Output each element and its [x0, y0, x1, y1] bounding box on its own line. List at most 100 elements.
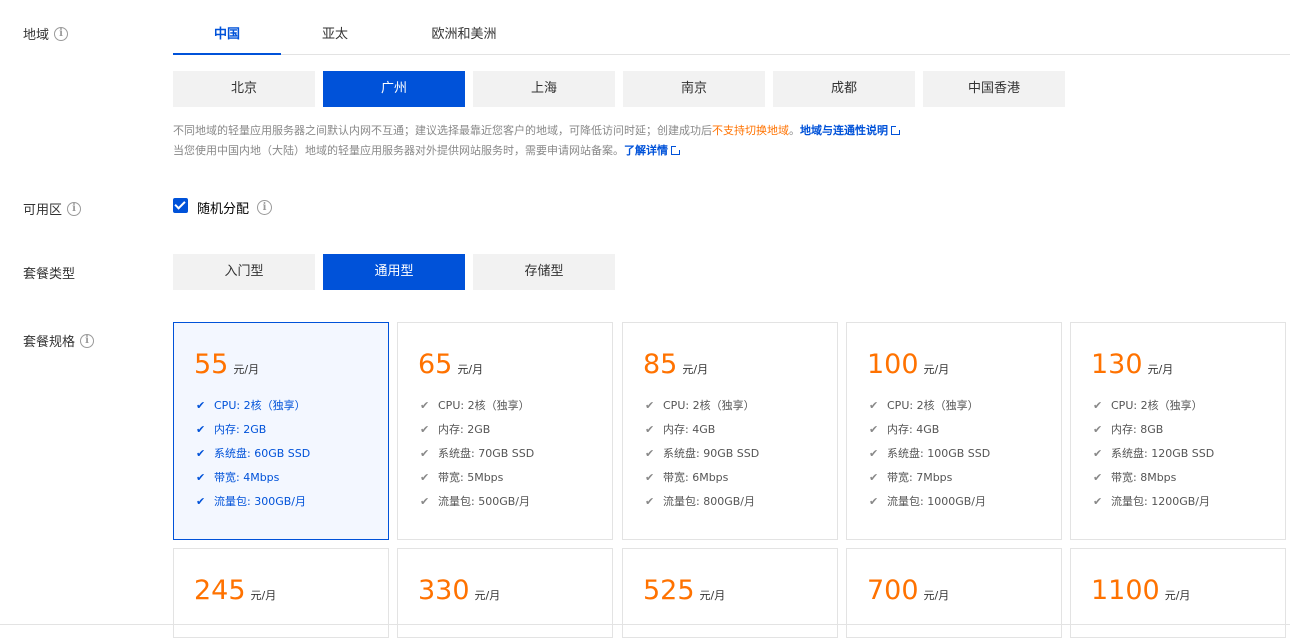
warning-text: 不支持切换地域 — [712, 124, 789, 137]
plan-card[interactable]: 85 元/月 ✔ CPU: 2核（独享） ✔ 内存: 4GB ✔ 系统盘: 90GB SSD ✔… — [622, 322, 838, 540]
spec-item: ✔ 流量包: 500GB/月 — [420, 494, 534, 518]
external-link-icon[interactable] — [671, 145, 681, 155]
spec-text: 流量包: 800GB/月 — [663, 495, 755, 508]
spec-item: ✔ 流量包: 1000GB/月 — [869, 494, 990, 518]
check-icon: ✔ — [645, 447, 655, 460]
spec-text: 内存: 2GB — [214, 423, 267, 436]
city-shanghai[interactable]: 上海 — [473, 71, 615, 107]
plan-price: 100 元/月 — [867, 349, 949, 380]
spec-item: ✔ 系统盘: 60GB SSD — [196, 446, 310, 470]
spec-item: ✔ 系统盘: 120GB SSD — [1093, 446, 1214, 470]
plan-card[interactable]: 65 元/月 ✔ CPU: 2核（独享） ✔ 内存: 2GB ✔ 系统盘: 70GB SSD ✔… — [397, 322, 613, 540]
plan-spec-label: 套餐规格 i — [23, 331, 95, 350]
spec-text: CPU: 2核（独享） — [1111, 399, 1203, 412]
price-value: 525 — [643, 575, 695, 606]
price-unit: 元/月 — [699, 589, 726, 602]
city-nanjing[interactable]: 南京 — [623, 71, 765, 107]
tab-europe-americas[interactable]: 欧洲和美洲 — [389, 16, 539, 54]
spec-item: ✔ 带宽: 4Mbps — [196, 470, 310, 494]
info-icon[interactable]: i — [54, 26, 69, 41]
tab-china[interactable]: 中国 — [173, 16, 281, 55]
info-icon[interactable]: i — [257, 200, 273, 215]
check-icon: ✔ — [420, 471, 430, 484]
plan-card[interactable]: 100 元/月 ✔ CPU: 2核（独享） ✔ 内存: 4GB ✔ 系统盘: 100GB SS… — [846, 322, 1062, 540]
check-icon: ✔ — [869, 471, 879, 484]
spec-item: ✔ 带宽: 8Mbps — [1093, 470, 1214, 494]
check-icon: ✔ — [196, 447, 206, 460]
spec-item: ✔ CPU: 2核（独享） — [1093, 398, 1214, 422]
check-icon: ✔ — [1093, 399, 1103, 412]
price-value: 245 — [194, 575, 246, 606]
plan-type-label: 套餐类型 — [23, 267, 76, 282]
price-value: 330 — [418, 575, 470, 606]
city-chengdu[interactable]: 成都 — [773, 71, 915, 107]
plan-price: 525 元/月 — [643, 575, 725, 606]
plan-price: 85 元/月 — [643, 349, 708, 380]
plan-type-general[interactable]: 通用型 — [323, 254, 465, 290]
learn-more-link[interactable]: 了解详情 — [624, 144, 668, 157]
plan-price: 65 元/月 — [418, 349, 483, 380]
price-unit: 元/月 — [457, 363, 484, 376]
spec-text: 内存: 4GB — [663, 423, 716, 436]
spec-item: ✔ 流量包: 1200GB/月 — [1093, 494, 1214, 518]
check-icon: ✔ — [869, 423, 879, 436]
check-icon: ✔ — [645, 471, 655, 484]
plan-type-entry[interactable]: 入门型 — [173, 254, 315, 290]
check-icon: ✔ — [196, 495, 206, 508]
spec-text: CPU: 2核（独享） — [663, 399, 755, 412]
spec-text: 内存: 4GB — [887, 423, 940, 436]
spec-item: ✔ CPU: 2核（独享） — [196, 398, 310, 422]
city-beijing[interactable]: 北京 — [173, 71, 315, 107]
check-icon: ✔ — [645, 399, 655, 412]
plan-specs: ✔ CPU: 2核（独享） ✔ 内存: 2GB ✔ 系统盘: 60GB SSD ✔ 带宽: 4… — [196, 398, 310, 518]
city-guangzhou[interactable]: 广州 — [323, 71, 465, 107]
spec-text: 带宽: 5Mbps — [438, 471, 504, 484]
spec-item: ✔ CPU: 2核（独享） — [420, 398, 534, 422]
price-unit: 元/月 — [682, 363, 709, 376]
price-value: 55 — [194, 349, 229, 380]
random-assign-checkbox[interactable] — [173, 198, 188, 213]
external-link-icon[interactable] — [891, 125, 901, 135]
region-connectivity-link[interactable]: 地域与连通性说明 — [800, 124, 888, 137]
spec-item: ✔ 内存: 2GB — [196, 422, 310, 446]
spec-item: ✔ 带宽: 6Mbps — [645, 470, 759, 494]
plan-specs: ✔ CPU: 2核（独享） ✔ 内存: 8GB ✔ 系统盘: 120GB SSD ✔ 带宽: … — [1093, 398, 1214, 518]
plan-price: 1100 元/月 — [1091, 575, 1190, 606]
price-unit: 元/月 — [474, 589, 501, 602]
spec-text: 系统盘: 120GB SSD — [1111, 447, 1215, 460]
plan-specs: ✔ CPU: 2核（独享） ✔ 内存: 4GB ✔ 系统盘: 90GB SSD ✔ 带宽: 6… — [645, 398, 759, 518]
spec-text: 系统盘: 60GB SSD — [214, 447, 311, 460]
spec-text: 带宽: 7Mbps — [887, 471, 953, 484]
spec-text: CPU: 2核（独享） — [214, 399, 306, 412]
tab-asia-pacific[interactable]: 亚太 — [281, 16, 389, 54]
spec-text: 带宽: 4Mbps — [214, 471, 280, 484]
check-icon: ✔ — [645, 423, 655, 436]
plan-type-storage[interactable]: 存储型 — [473, 254, 615, 290]
spec-text: 流量包: 1000GB/月 — [887, 495, 986, 508]
spec-item: ✔ 流量包: 800GB/月 — [645, 494, 759, 518]
spec-text: 系统盘: 100GB SSD — [887, 447, 991, 460]
plan-card[interactable]: 130 元/月 ✔ CPU: 2核（独享） ✔ 内存: 8GB ✔ 系统盘: 120GB SS… — [1070, 322, 1286, 540]
spec-text: 带宽: 8Mbps — [1111, 471, 1177, 484]
city-hongkong[interactable]: 中国香港 — [923, 71, 1065, 107]
info-icon[interactable]: i — [67, 201, 82, 216]
check-icon: ✔ — [1093, 423, 1103, 436]
check-icon: ✔ — [869, 399, 879, 412]
check-icon: ✔ — [1093, 447, 1103, 460]
spec-item: ✔ 流量包: 300GB/月 — [196, 494, 310, 518]
price-unit: 元/月 — [923, 589, 950, 602]
spec-item: ✔ 内存: 4GB — [645, 422, 759, 446]
spec-item: ✔ 带宽: 7Mbps — [869, 470, 990, 494]
check-icon: ✔ — [196, 471, 206, 484]
spec-item: ✔ CPU: 2核（独享） — [869, 398, 990, 422]
check-icon: ✔ — [1093, 495, 1103, 508]
random-assign-label[interactable]: 随机分配 i — [197, 198, 273, 217]
check-icon: ✔ — [196, 399, 206, 412]
check-icon: ✔ — [869, 495, 879, 508]
price-value: 1100 — [1091, 575, 1160, 606]
info-icon[interactable]: i — [80, 333, 95, 348]
plan-card[interactable]: 55 元/月 ✔ CPU: 2核（独享） ✔ 内存: 2GB ✔ 系统盘: 60GB SSD ✔… — [173, 322, 389, 540]
plan-price: 55 元/月 — [194, 349, 259, 380]
spec-text: CPU: 2核（独享） — [887, 399, 979, 412]
region-note: 不同地域的轻量应用服务器之间默认内网不互通；建议选择最靠近您客户的地域，可降低访… — [173, 122, 901, 138]
